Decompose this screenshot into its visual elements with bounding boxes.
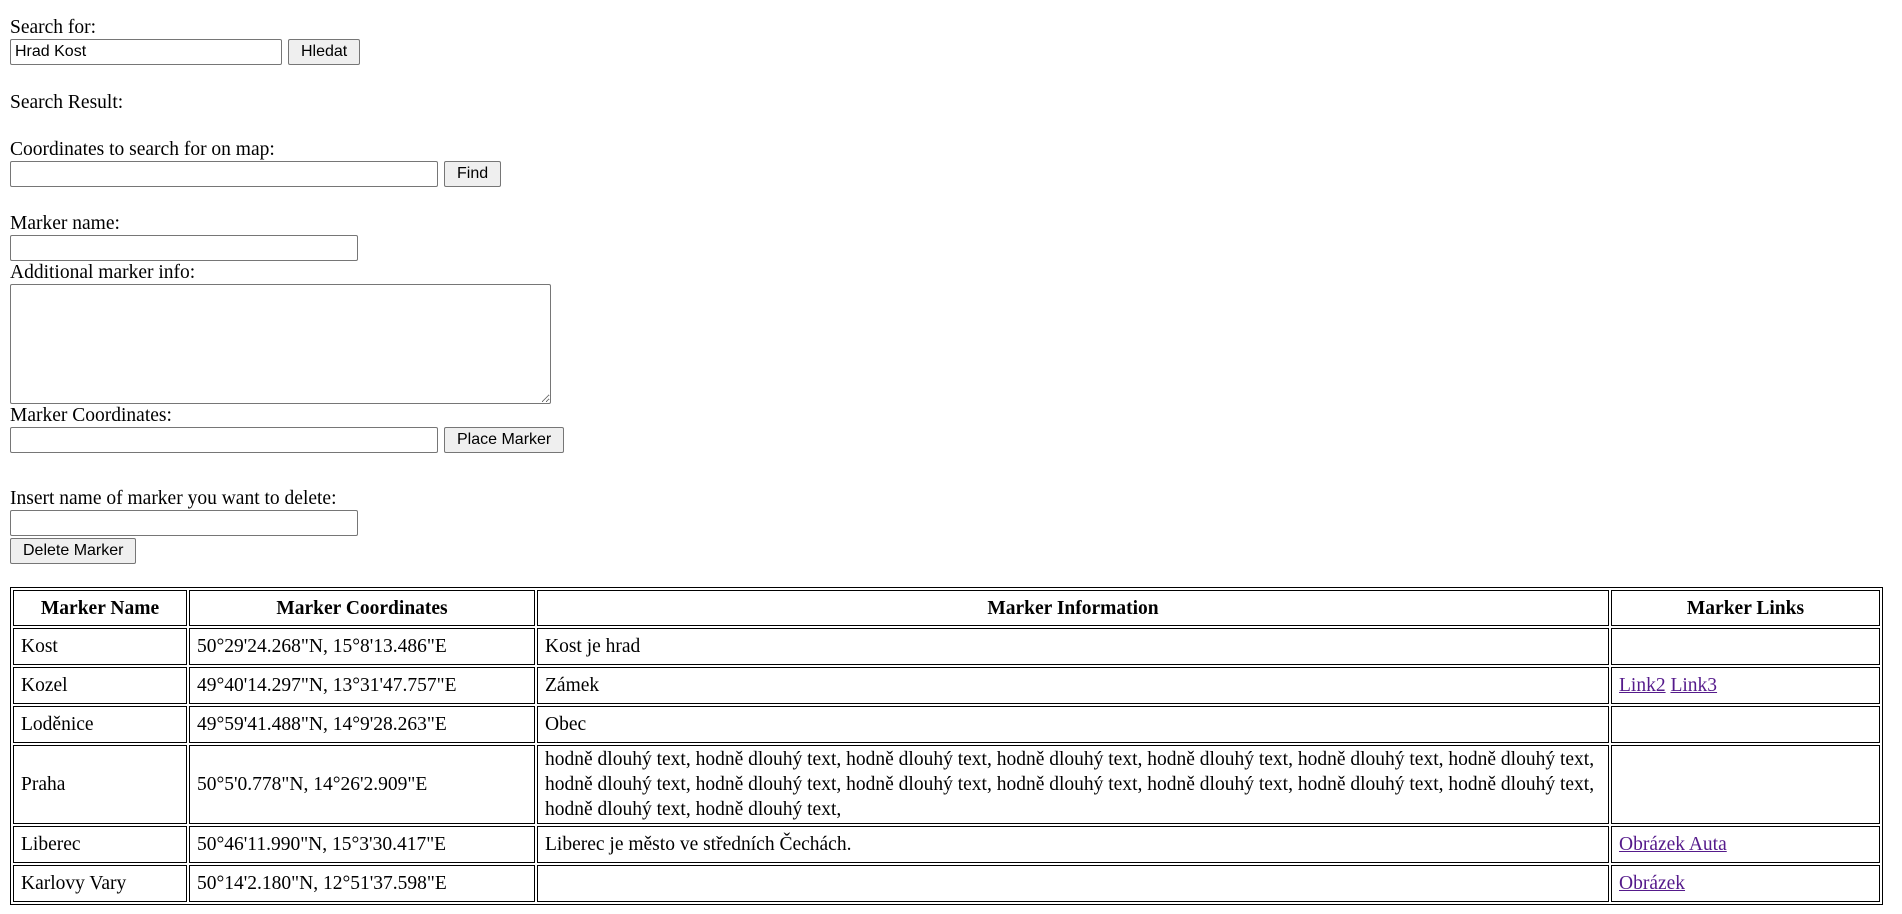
coords-search-label: Coordinates to search for on map: — [10, 139, 275, 160]
marker-info-cell: Obec — [537, 706, 1609, 743]
marker-name-cell: Loděnice — [13, 706, 187, 743]
marker-links-cell — [1611, 745, 1880, 824]
marker-name-label: Marker name: — [10, 213, 120, 234]
marker-coords-cell: 49°40'14.297"N, 13°31'47.757"E — [189, 667, 535, 704]
marker-info-cell: Zámek — [537, 667, 1609, 704]
table-header-row: Marker Name Marker Coordinates Marker In… — [13, 590, 1880, 626]
header-marker-information: Marker Information — [537, 590, 1609, 626]
marker-link[interactable]: Link3 — [1670, 675, 1717, 696]
table-row: Loděnice 49°59'41.488"N, 14°9'28.263"E O… — [13, 706, 1880, 743]
marker-link[interactable]: Obrázek Auta — [1619, 834, 1727, 855]
delete-marker-label: Insert name of marker you want to delete… — [10, 488, 337, 509]
header-marker-coordinates: Marker Coordinates — [189, 590, 535, 626]
search-button[interactable]: Hledat — [288, 39, 361, 65]
marker-coords-input[interactable] — [10, 427, 438, 453]
table-row: Karlovy Vary 50°14'2.180"N, 12°51'37.598… — [13, 865, 1880, 902]
marker-name-cell: Praha — [13, 745, 187, 824]
marker-info-cell: Kost je hrad — [537, 628, 1609, 665]
marker-name-cell: Liberec — [13, 826, 187, 863]
delete-form: Insert name of marker you want to delete… — [10, 488, 358, 564]
search-result-label: Search Result: — [10, 92, 124, 113]
markers-table: Marker Name Marker Coordinates Marker In… — [10, 587, 1883, 905]
marker-name-cell: Kost — [13, 628, 187, 665]
table-row: Kost 50°29'24.268"N, 15°8'13.486"E Kost … — [13, 628, 1880, 665]
search-section: Search for: Hledat — [10, 17, 361, 65]
delete-marker-input[interactable] — [10, 510, 358, 536]
marker-info-textarea[interactable] — [10, 284, 551, 404]
marker-coords-cell: 50°5'0.778"N, 14°26'2.909"E — [189, 745, 535, 824]
marker-coords-cell: 50°46'11.990"N, 15°3'30.417"E — [189, 826, 535, 863]
marker-coords-cell: 50°29'24.268"N, 15°8'13.486"E — [189, 628, 535, 665]
marker-info-cell — [537, 865, 1609, 902]
marker-info-label: Additional marker info: — [10, 262, 196, 283]
table-row: Praha 50°5'0.778"N, 14°26'2.909"E hodně … — [13, 745, 1880, 824]
marker-coords-label: Marker Coordinates: — [10, 405, 172, 426]
marker-info-cell: hodně dlouhý text, hodně dlouhý text, ho… — [537, 745, 1609, 824]
marker-links-cell: Obrázek — [1611, 865, 1880, 902]
table-row: Kozel 49°40'14.297"N, 13°31'47.757"E Zám… — [13, 667, 1880, 704]
delete-marker-button[interactable]: Delete Marker — [10, 538, 137, 564]
marker-links-cell — [1611, 628, 1880, 665]
search-label: Search for: — [10, 17, 97, 38]
marker-links-cell: Obrázek Auta — [1611, 826, 1880, 863]
marker-link[interactable]: Obrázek — [1619, 873, 1685, 894]
table-row: Liberec 50°46'11.990"N, 15°3'30.417"E Li… — [13, 826, 1880, 863]
marker-name-cell: Karlovy Vary — [13, 865, 187, 902]
marker-coords-cell: 50°14'2.180"N, 12°51'37.598"E — [189, 865, 535, 902]
coords-search-section: Coordinates to search for on map: Find — [10, 139, 502, 187]
marker-info-cell: Liberec je město ve středních Čechách. — [537, 826, 1609, 863]
coords-search-input[interactable] — [10, 161, 438, 187]
marker-links-cell: Link2 Link3 — [1611, 667, 1880, 704]
marker-coords-cell: 49°59'41.488"N, 14°9'28.263"E — [189, 706, 535, 743]
search-input[interactable] — [10, 39, 282, 65]
marker-link[interactable]: Link2 — [1619, 675, 1666, 696]
header-marker-name: Marker Name — [13, 590, 187, 626]
header-marker-links: Marker Links — [1611, 590, 1880, 626]
marker-name-cell: Kozel — [13, 667, 187, 704]
find-button[interactable]: Find — [444, 161, 502, 187]
marker-form: Marker name: Additional marker info: Mar… — [10, 213, 565, 453]
marker-name-input[interactable] — [10, 235, 358, 261]
place-marker-button[interactable]: Place Marker — [444, 427, 565, 453]
marker-links-cell — [1611, 706, 1880, 743]
